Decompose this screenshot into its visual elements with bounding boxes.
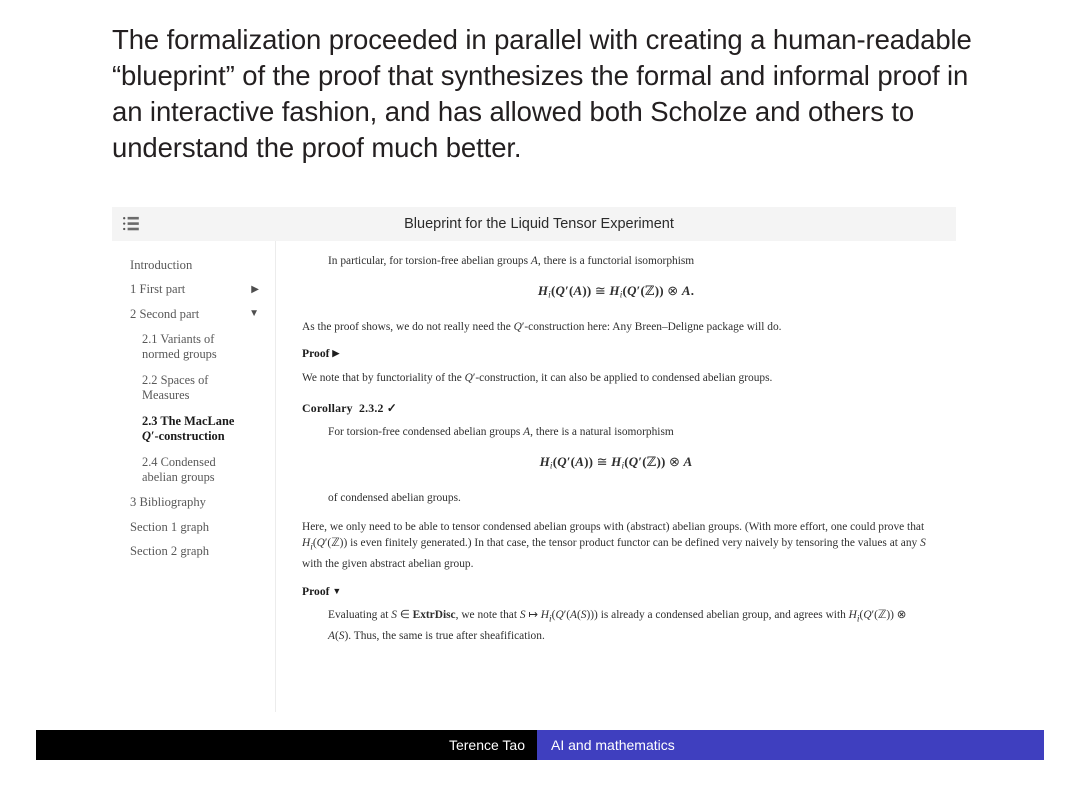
blueprint-sidebar: Introduction 1 First part ▶ 2 Second par… bbox=[112, 241, 276, 712]
chevron-down-icon[interactable]: ▼ bbox=[249, 309, 259, 319]
footer-talk-block: AI and mathematics bbox=[537, 730, 1044, 760]
sidebar-item-label: 2.4 Condensed abelian groups bbox=[142, 454, 216, 485]
sidebar-item-section-2-graph[interactable]: Section 2 graph bbox=[112, 540, 275, 565]
paragraph-here-we-only-need: Here, we only need to be able to tensor … bbox=[302, 520, 926, 571]
paragraph-of-condensed-abelian-groups: of condensed abelian groups. bbox=[328, 491, 461, 504]
proof-label: Proof bbox=[302, 584, 330, 598]
sidebar-item-label: 2 Second part bbox=[130, 306, 200, 321]
sidebar-item-label: 2.3 The MacLane Q′-construction bbox=[142, 413, 235, 444]
sidebar-item-label: Section 2 graph bbox=[130, 544, 210, 558]
sidebar-item-variants-of-normed-groups[interactable]: 2.1 Variants of normed groups bbox=[112, 327, 275, 368]
list-toc-icon[interactable] bbox=[122, 215, 142, 233]
blueprint-content: In particular, for torsion-free abelian … bbox=[276, 241, 956, 712]
sidebar-item-maclane-q-construction[interactable]: 2.3 The MacLane Q′-construction bbox=[112, 409, 275, 450]
paragraph-corollary-statement: For torsion-free condensed abelian group… bbox=[328, 426, 674, 439]
proof-toggle-2[interactable]: Proof ▼ bbox=[302, 583, 930, 601]
sidebar-item-label: Introduction bbox=[130, 257, 193, 272]
paragraph-evaluating-at-s: Evaluating at S ∈ ExtrDisc, we note that… bbox=[328, 609, 907, 643]
chevron-right-icon[interactable]: ▶ bbox=[251, 284, 259, 295]
paragraph-functoriality-note: We note that by functoriality of the Q′-… bbox=[302, 371, 773, 384]
sidebar-item-label: 3 Bibliography bbox=[130, 495, 206, 509]
sidebar-item-introduction[interactable]: Introduction bbox=[112, 253, 275, 278]
sidebar-item-label: 2.2 Spaces of Measures bbox=[142, 372, 209, 403]
corollary-label: Corollary bbox=[302, 400, 353, 415]
check-icon: ✓ bbox=[386, 400, 397, 415]
sidebar-item-section-1-graph[interactable]: Section 1 graph bbox=[112, 515, 275, 540]
proof-label: Proof bbox=[302, 347, 330, 361]
slide-footer: Terence Tao AI and mathematics bbox=[36, 730, 1044, 760]
blueprint-title: Blueprint for the Liquid Tensor Experime… bbox=[404, 216, 674, 232]
paragraph-as-the-proof-shows: As the proof shows, we do not really nee… bbox=[302, 320, 782, 333]
sidebar-item-bibliography[interactable]: 3 Bibliography bbox=[112, 491, 275, 516]
chevron-right-icon[interactable]: ▶ bbox=[332, 345, 339, 362]
paragraph-in-particular: In particular, for torsion-free abelian … bbox=[328, 255, 695, 267]
blueprint-header: Blueprint for the Liquid Tensor Experime… bbox=[112, 207, 956, 241]
blueprint-app-frame: Blueprint for the Liquid Tensor Experime… bbox=[112, 207, 956, 712]
sidebar-item-spaces-of-measures[interactable]: 2.2 Spaces of Measures bbox=[112, 368, 275, 409]
slide-headline: The formalization proceeded in parallel … bbox=[112, 24, 972, 163]
sidebar-item-first-part[interactable]: 1 First part ▶ bbox=[112, 278, 275, 303]
footer-author: Terence Tao bbox=[448, 737, 525, 753]
sidebar-item-label: 2.1 Variants of normed groups bbox=[142, 331, 217, 362]
footer-talk-title: AI and mathematics bbox=[551, 737, 675, 753]
sidebar-item-label: 1 First part bbox=[130, 282, 186, 296]
corollary-number: 2.3.2 bbox=[359, 400, 384, 415]
sidebar-item-condensed-abelian-groups[interactable]: 2.4 Condensed abelian groups bbox=[112, 450, 275, 491]
proof-toggle-1[interactable]: Proof ▶ bbox=[302, 345, 930, 363]
sidebar-item-second-part[interactable]: 2 Second part ▼ bbox=[112, 302, 275, 327]
equation-functorial-isomorphism: Hi(Q′(A)) ≅ Hi(Q′(ℤ)) ⊗ A. bbox=[537, 282, 695, 301]
footer-author-block: Terence Tao bbox=[36, 730, 537, 760]
corollary-heading[interactable]: Corollary 2.3.2 ✓ bbox=[302, 400, 930, 417]
chevron-down-icon[interactable]: ▼ bbox=[332, 583, 341, 600]
sidebar-item-label: Section 1 graph bbox=[130, 519, 210, 534]
equation-natural-isomorphism: Hi(Q′(A)) ≅ Hi(Q′(ℤ)) ⊗ A bbox=[539, 453, 693, 472]
blueprint-body: Introduction 1 First part ▶ 2 Second par… bbox=[112, 241, 956, 712]
